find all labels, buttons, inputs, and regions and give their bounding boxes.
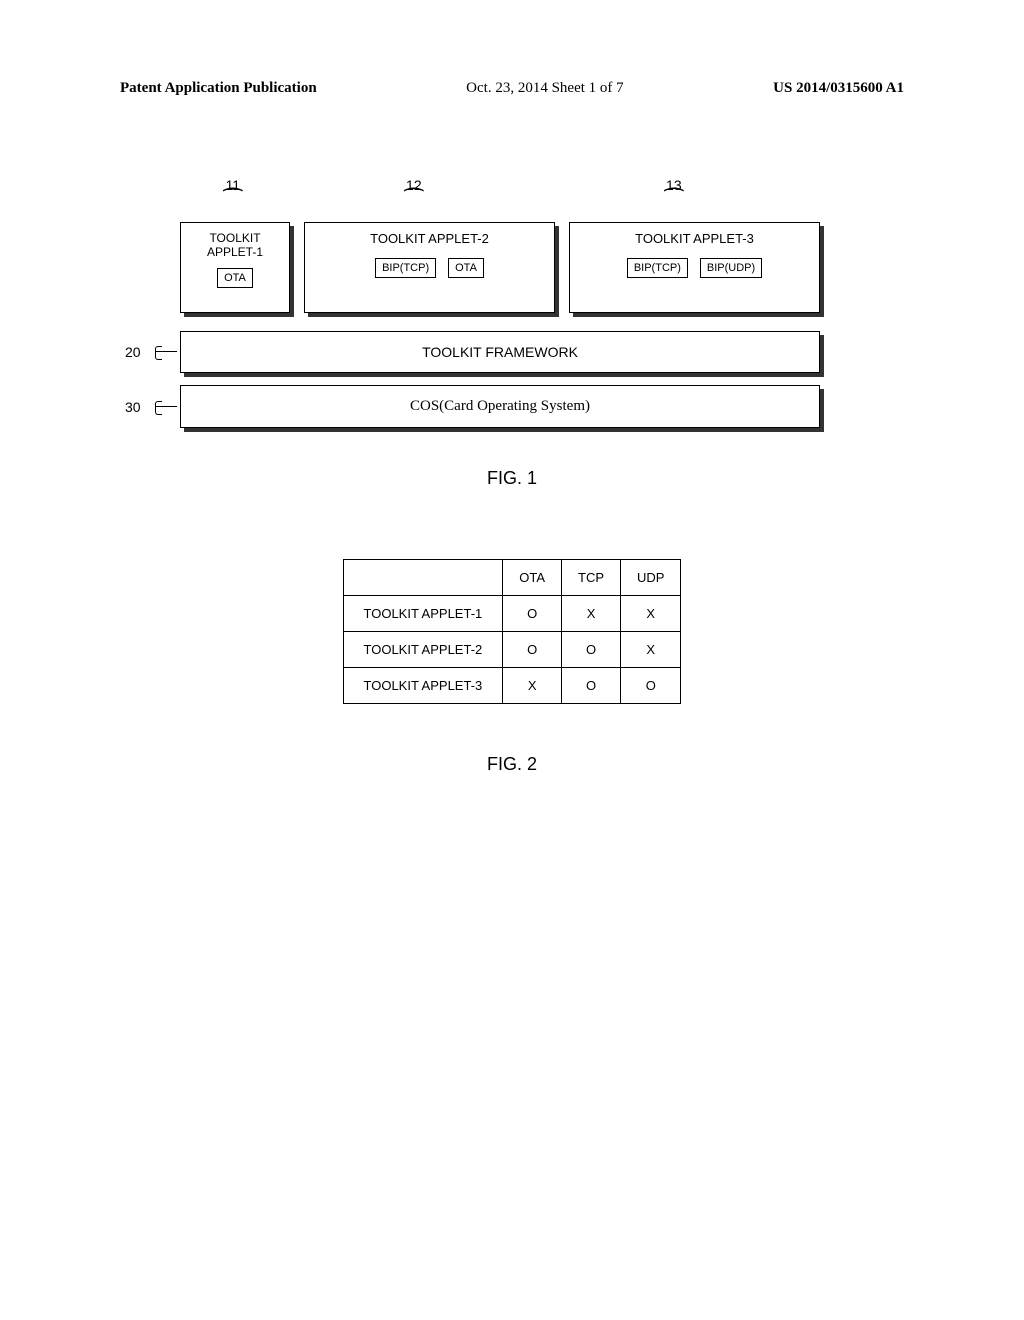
page-content: Patent Application Publication Oct. 23, … bbox=[0, 0, 1024, 905]
applet-2-tag-ota: OTA bbox=[448, 258, 484, 278]
header-right: US 2014/0315600 A1 bbox=[773, 80, 904, 97]
framework-text: TOOLKIT FRAMEWORK bbox=[180, 331, 820, 373]
figure-2-caption: FIG. 2 bbox=[120, 754, 904, 775]
ref-12: 12 ⁀ bbox=[405, 177, 423, 206]
applet-2-box: TOOLKIT APPLET-2 BIP(TCP) OTA bbox=[304, 222, 555, 313]
applet-1-title-l1: TOOLKIT bbox=[209, 231, 260, 245]
row-applet-1: TOOLKIT APPLET-1 bbox=[343, 596, 503, 632]
ref-20-label: 20 bbox=[125, 344, 141, 360]
applet-1-title-l2: APPLET-1 bbox=[207, 245, 263, 259]
figure-1: 11 ⁀ 12 ⁀ 13 ⁀ TOOLKIT APPLET-1 OTA bbox=[180, 177, 820, 428]
applet-1-title: TOOLKIT APPLET-1 bbox=[187, 231, 283, 260]
applets-row: TOOLKIT APPLET-1 OTA TOOLKIT APPLET-2 BI… bbox=[180, 222, 820, 313]
header-mid: Oct. 23, 2014 Sheet 1 of 7 bbox=[466, 80, 623, 97]
ref-13: 13 ⁀ bbox=[665, 177, 683, 206]
table-header-row: OTA TCP UDP bbox=[343, 560, 681, 596]
col-ota: OTA bbox=[503, 560, 562, 596]
cell: X bbox=[621, 632, 681, 668]
applet-3-title: TOOLKIT APPLET-3 bbox=[578, 231, 811, 246]
cell: O bbox=[503, 632, 562, 668]
page-header: Patent Application Publication Oct. 23, … bbox=[120, 80, 904, 97]
framework-bar: 20 TOOLKIT FRAMEWORK bbox=[180, 331, 820, 373]
cell: O bbox=[562, 668, 621, 704]
reference-numbers-row: 11 ⁀ 12 ⁀ 13 ⁀ bbox=[180, 177, 820, 222]
row-applet-2: TOOLKIT APPLET-2 bbox=[343, 632, 503, 668]
applet-3-tag-bip-udp: BIP(UDP) bbox=[700, 258, 762, 278]
cell: X bbox=[621, 596, 681, 632]
applet-3-tag-bip-tcp: BIP(TCP) bbox=[627, 258, 688, 278]
table-row: TOOLKIT APPLET-1 O X X bbox=[343, 596, 681, 632]
col-tcp: TCP bbox=[562, 560, 621, 596]
cell: O bbox=[562, 632, 621, 668]
figure-1-caption: FIG. 1 bbox=[120, 468, 904, 489]
cell: O bbox=[503, 596, 562, 632]
row-applet-3: TOOLKIT APPLET-3 bbox=[343, 668, 503, 704]
table-row: TOOLKIT APPLET-3 X O O bbox=[343, 668, 681, 704]
applet-2-title: TOOLKIT APPLET-2 bbox=[313, 231, 546, 246]
table-corner-empty bbox=[343, 560, 503, 596]
cell: X bbox=[562, 596, 621, 632]
cos-text: COS(Card Operating System) bbox=[180, 385, 820, 428]
cos-bar: 30 COS(Card Operating System) bbox=[180, 385, 820, 428]
ref-30-label: 30 bbox=[125, 399, 141, 415]
figure-2-table: OTA TCP UDP TOOLKIT APPLET-1 O X X TOOLK… bbox=[343, 559, 682, 704]
cell: O bbox=[621, 668, 681, 704]
applet-2-tag-bip-tcp: BIP(TCP) bbox=[375, 258, 436, 278]
ref-11: 11 ⁀ bbox=[224, 177, 242, 206]
table-row: TOOLKIT APPLET-2 O O X bbox=[343, 632, 681, 668]
col-udp: UDP bbox=[621, 560, 681, 596]
applet-1-tag-ota: OTA bbox=[217, 268, 253, 288]
applet-1-box: TOOLKIT APPLET-1 OTA bbox=[180, 222, 290, 313]
ref-20-lead bbox=[155, 351, 177, 352]
cell: X bbox=[503, 668, 562, 704]
header-left: Patent Application Publication bbox=[120, 80, 317, 97]
applet-3-box: TOOLKIT APPLET-3 BIP(TCP) BIP(UDP) bbox=[569, 222, 820, 313]
ref-30-lead bbox=[155, 406, 177, 407]
